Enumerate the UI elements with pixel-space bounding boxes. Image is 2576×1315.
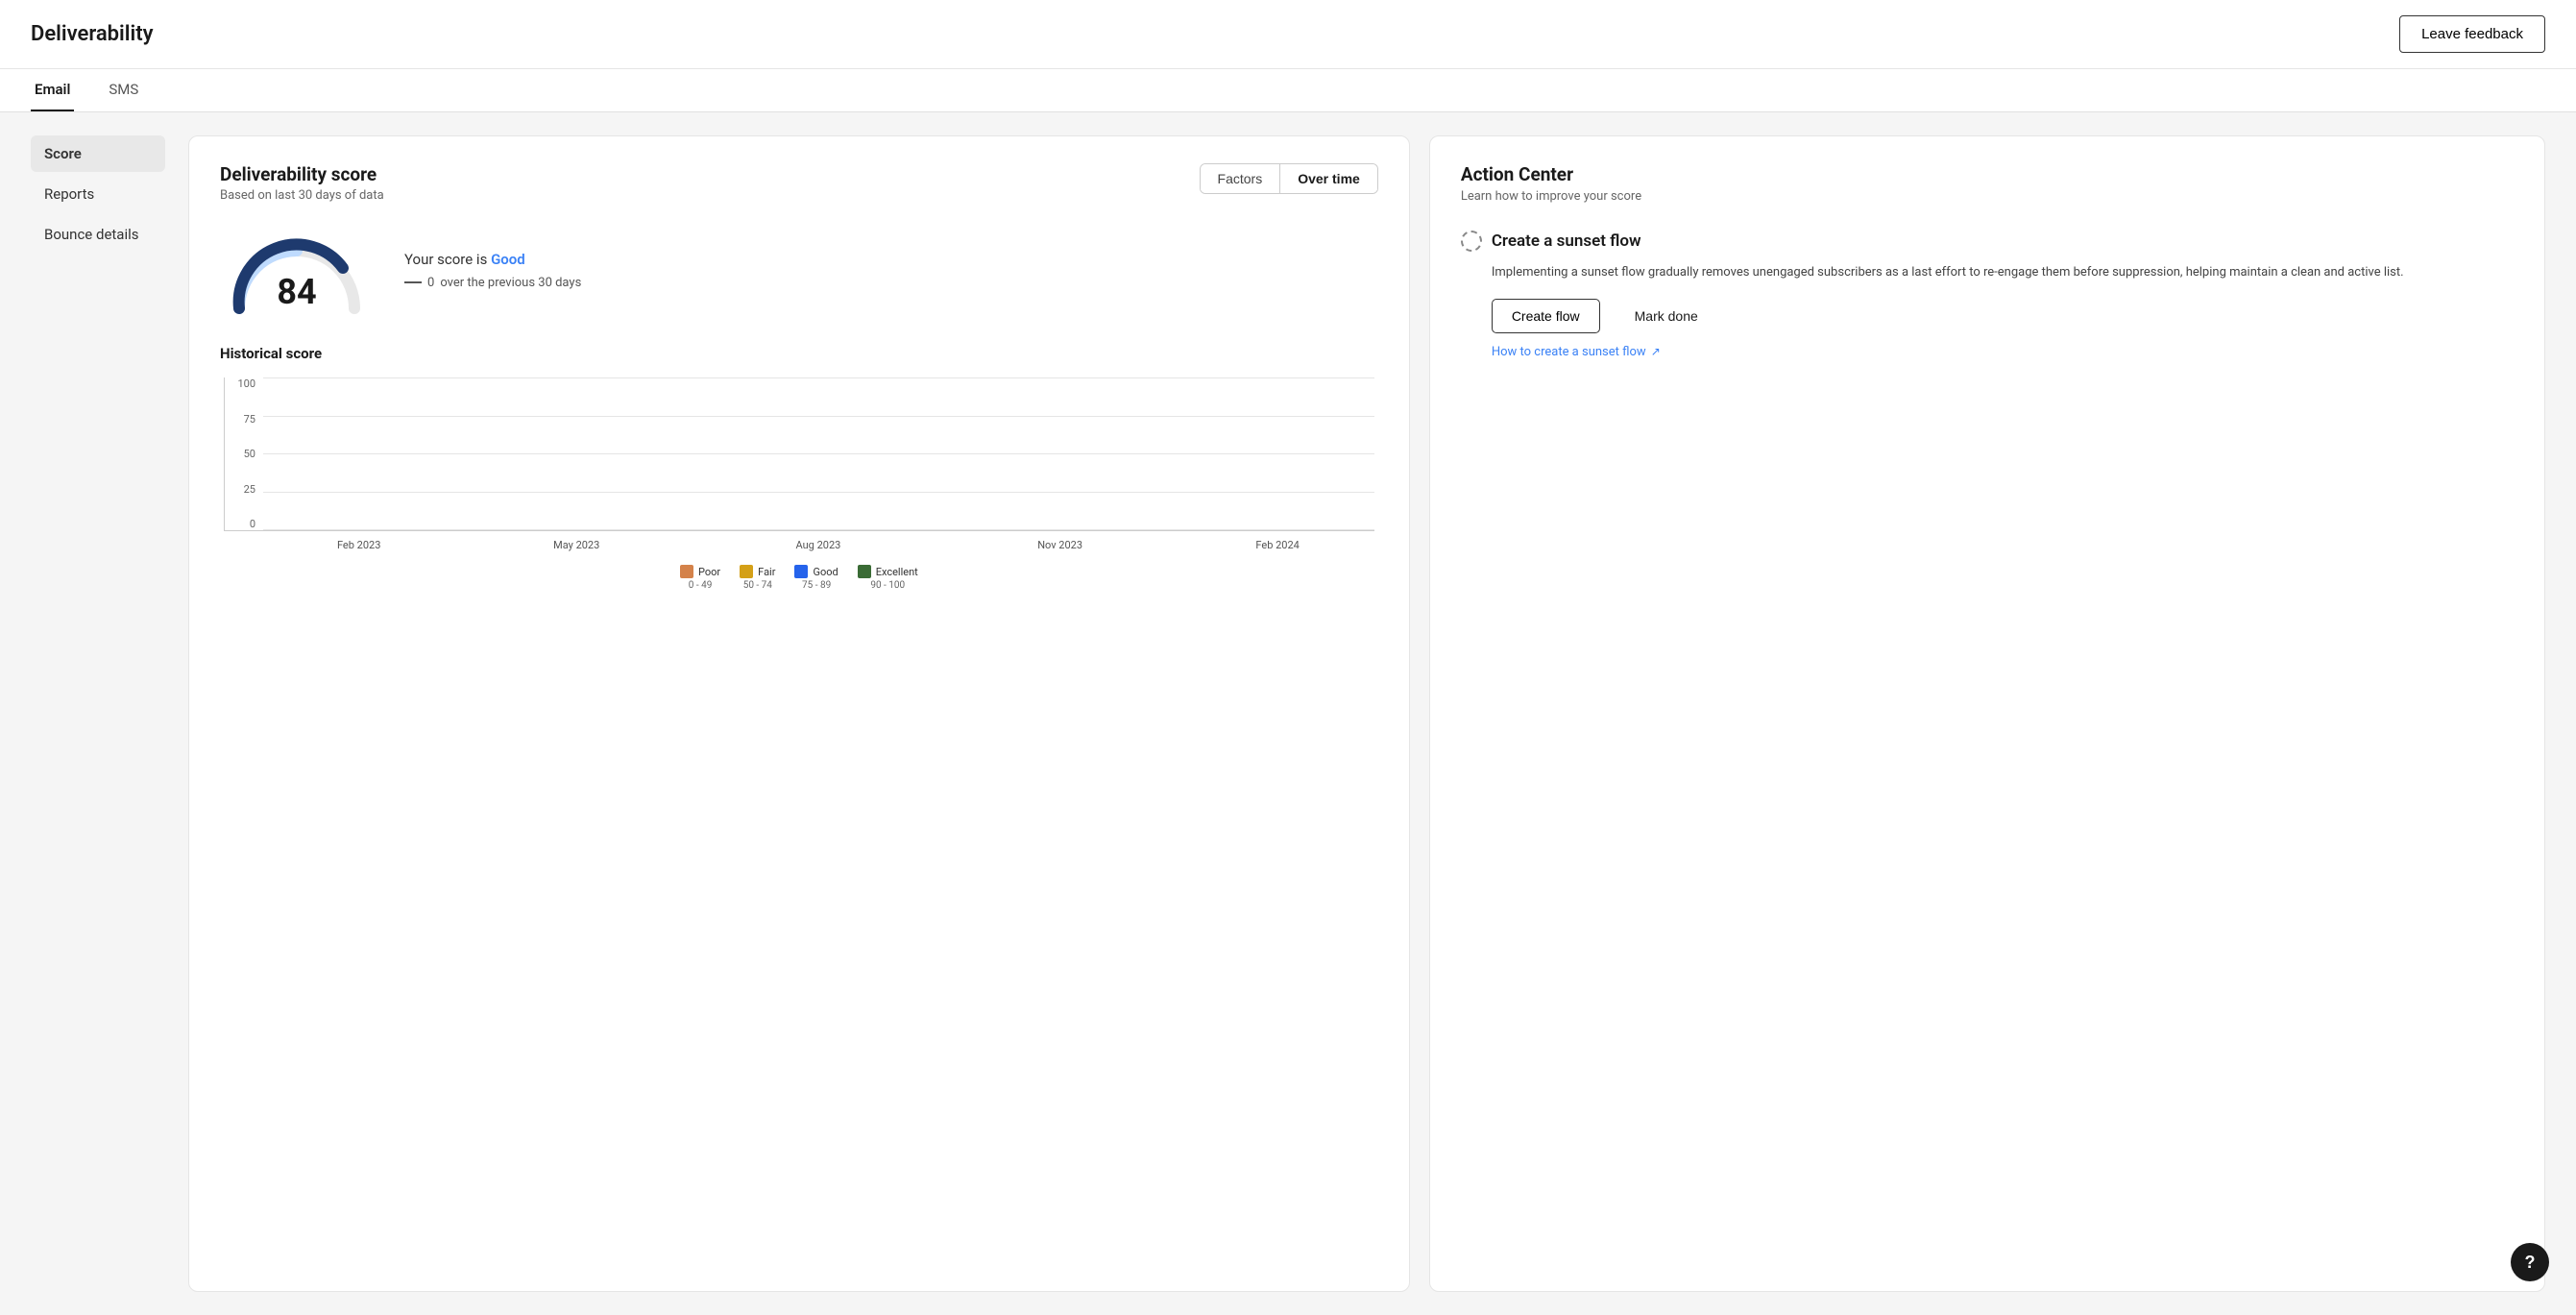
legend-good-color <box>794 565 808 578</box>
legend-good-range: 75 - 89 <box>802 580 831 591</box>
x-label-4: Nov 2023 <box>939 539 1181 551</box>
main-layout: Score Reports Bounce details Deliverabil… <box>0 112 2576 1315</box>
score-info: Your score is Good 0 over the previous 3… <box>404 251 581 290</box>
sidebar-item-score[interactable]: Score <box>31 135 165 172</box>
leave-feedback-button[interactable]: Leave feedback <box>2399 15 2545 53</box>
legend-poor-range: 0 - 49 <box>689 580 713 591</box>
page-title: Deliverability <box>31 22 154 46</box>
legend-fair-label: Fair <box>758 566 775 578</box>
mark-done-button[interactable]: Mark done <box>1616 299 1717 333</box>
legend-excellent-color <box>858 565 871 578</box>
tab-email[interactable]: Email <box>31 69 74 111</box>
score-label-text: Your score is Good <box>404 251 581 268</box>
action-card-subtitle: Learn how to improve your score <box>1461 189 2514 204</box>
score-change-value: 0 <box>427 276 434 290</box>
legend-excellent: Excellent 90 - 100 <box>858 565 918 591</box>
x-axis-labels: Feb 2023 May 2023 Aug 2023 Nov 2023 Feb … <box>224 539 1374 551</box>
historical-score-title: Historical score <box>220 345 1378 362</box>
action-buttons: Create flow Mark done <box>1492 299 2514 333</box>
legend-good: Good 75 - 89 <box>794 565 838 591</box>
help-button[interactable]: ? <box>2511 1243 2549 1281</box>
score-card-title: Deliverability score <box>220 163 384 185</box>
sidebar: Score Reports Bounce details <box>31 135 165 1292</box>
gauge-container: 84 <box>220 222 374 318</box>
score-toggle-group: Factors Over time <box>1200 163 1378 194</box>
legend-fair-range: 50 - 74 <box>743 580 772 591</box>
action-link-text: How to create a sunset flow <box>1492 345 1646 359</box>
legend-poor-label: Poor <box>698 566 720 578</box>
legend-fair-color <box>740 565 753 578</box>
legend-excellent-label: Excellent <box>876 566 918 578</box>
x-label-5: Feb 2024 <box>1180 539 1373 551</box>
external-link-icon: ↗ <box>1651 345 1661 358</box>
toggle-over-time-button[interactable]: Over time <box>1280 164 1377 193</box>
action-item-header: Create a sunset flow <box>1461 231 2514 252</box>
score-change-row: 0 over the previous 30 days <box>404 276 581 290</box>
sidebar-item-reports[interactable]: Reports <box>31 176 165 212</box>
legend-poor-color <box>680 565 693 578</box>
tabs-bar: Email SMS <box>0 69 2576 112</box>
action-item-description: Implementing a sunset flow gradually rem… <box>1492 263 2514 283</box>
score-card: Deliverability score Based on last 30 da… <box>188 135 1410 1292</box>
x-label-2: May 2023 <box>455 539 697 551</box>
tab-sms[interactable]: SMS <box>105 69 142 111</box>
action-item-sunset-flow: Create a sunset flow Implementing a suns… <box>1461 231 2514 359</box>
action-card: Action Center Learn how to improve your … <box>1429 135 2545 1292</box>
legend-poor: Poor 0 - 49 <box>680 565 720 591</box>
y-axis-labels: 100 75 50 25 0 <box>225 377 261 530</box>
create-flow-button[interactable]: Create flow <box>1492 299 1600 333</box>
score-card-title-group: Deliverability score Based on last 30 da… <box>220 163 384 203</box>
score-dash-icon <box>404 281 422 283</box>
sidebar-item-bounce-details[interactable]: Bounce details <box>31 216 165 253</box>
dashed-circle-icon <box>1461 231 1482 252</box>
score-card-subtitle: Based on last 30 days of data <box>220 188 384 203</box>
legend-excellent-range: 90 - 100 <box>870 580 905 591</box>
action-card-title: Action Center <box>1461 163 2514 185</box>
legend-fair: Fair 50 - 74 <box>740 565 775 591</box>
x-label-3: Aug 2023 <box>697 539 939 551</box>
score-change-suffix: over the previous 30 days <box>440 276 581 290</box>
action-item-title: Create a sunset flow <box>1492 231 1641 251</box>
cards-row: Deliverability score Based on last 30 da… <box>188 135 2545 1292</box>
grid-lines <box>263 377 1374 530</box>
score-card-header: Deliverability score Based on last 30 da… <box>220 163 1378 203</box>
toggle-factors-button[interactable]: Factors <box>1201 164 1281 193</box>
x-label-1: Feb 2023 <box>262 539 455 551</box>
score-display: 84 Your score is Good 0 over the previou… <box>220 222 1378 318</box>
content-area: Deliverability score Based on last 30 da… <box>188 135 2545 1292</box>
legend-good-label: Good <box>813 566 838 578</box>
bar-chart: 100 75 50 25 0 <box>224 377 1374 531</box>
chart-legend: Poor 0 - 49 Fair 50 - 74 <box>224 565 1374 591</box>
score-status: Good <box>491 251 525 268</box>
gauge-score-number: 84 <box>277 272 316 312</box>
how-to-create-sunset-flow-link[interactable]: How to create a sunset flow ↗ <box>1492 345 2514 359</box>
top-bar: Deliverability Leave feedback <box>0 0 2576 69</box>
chart-area: 100 75 50 25 0 <box>220 377 1378 591</box>
